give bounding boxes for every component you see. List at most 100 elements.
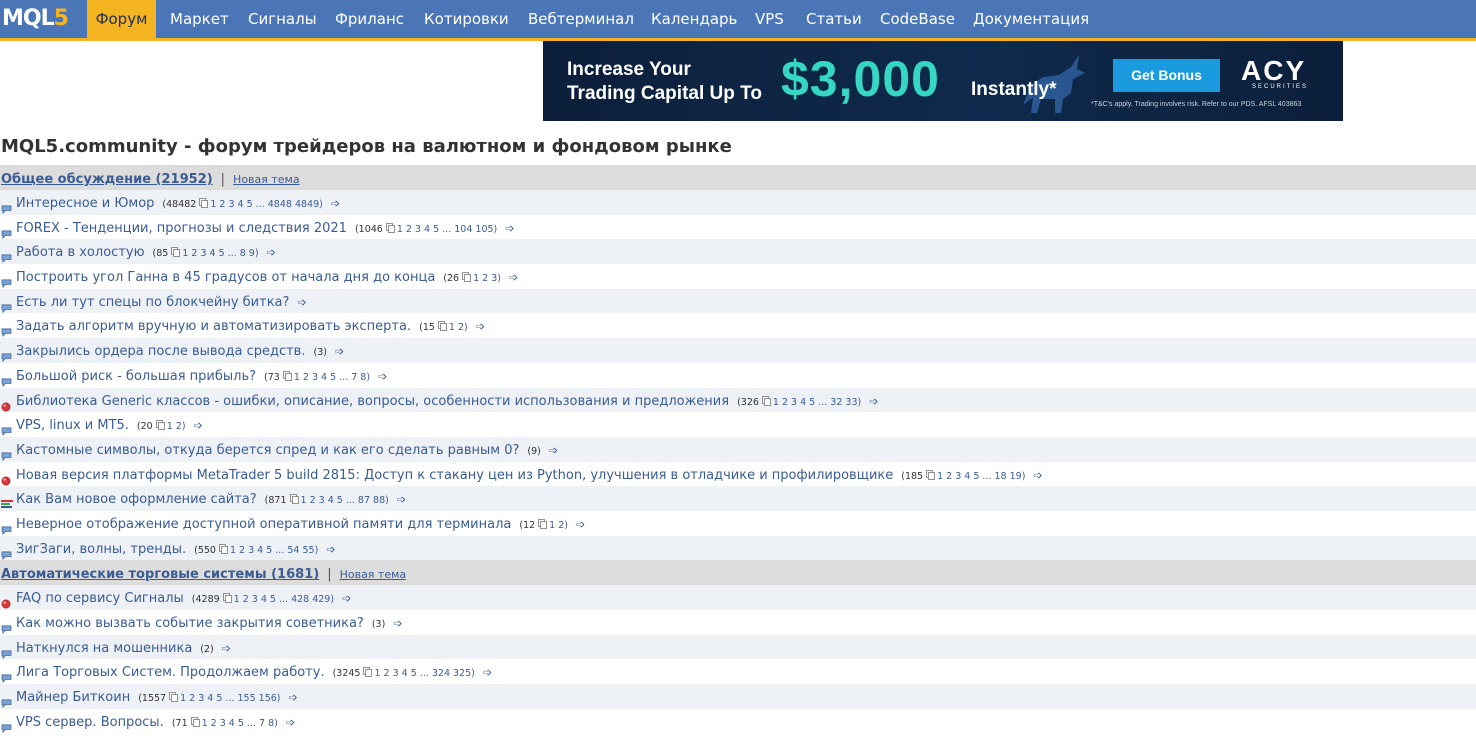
topic-link[interactable]: Интересное и Юмор — [16, 196, 154, 211]
topic-link[interactable]: Библиотека Generic классов - ошибки, опи… — [16, 394, 729, 409]
topic-row: Майнер Биткоин (1557 1 2 3 4 5 ... 155 156… — [0, 684, 1476, 709]
nav-item-10[interactable]: Документация — [963, 0, 1099, 38]
nav-item-5[interactable]: Вебтерминал — [518, 0, 644, 38]
topic-link[interactable]: Как Вам новое оформление сайта? — [16, 492, 257, 507]
page-links[interactable]: 1 2 3 4 5 ... 428 429) — [234, 594, 334, 605]
topic-row: VPS, linux и МТ5. (20 1 2) ➩ — [0, 412, 1476, 437]
topic-row: FOREX - Тенденции, прогнозы и следствия … — [0, 214, 1476, 240]
go-to-last-post-icon[interactable]: ➩ — [483, 666, 492, 679]
go-to-last-post-icon[interactable]: ➩ — [342, 592, 351, 605]
topic-link[interactable]: Кастомные символы, откуда берется спред … — [16, 443, 519, 458]
forum-topic-list: Общее обсуждение (21952) | Новая тема Интер… — [0, 165, 1476, 734]
go-to-last-post-icon[interactable]: ➩ — [289, 691, 298, 704]
banner-line-1: Increase Your — [567, 59, 691, 80]
pages-icon — [538, 512, 548, 529]
topic-link[interactable]: Новая версия платформы MetaTrader 5 buil… — [16, 468, 893, 483]
go-to-last-post-icon[interactable]: ➩ — [576, 518, 585, 531]
speech-bubble-icon — [1, 419, 12, 437]
nav-item-3[interactable]: Фриланс — [325, 0, 414, 38]
topic-link[interactable]: VPS, linux и МТ5. — [16, 418, 129, 433]
nav-item-8[interactable]: Статьи — [796, 0, 872, 38]
new-topic-link[interactable]: Новая тема — [233, 173, 300, 186]
topic-link[interactable]: Есть ли тут спецы по блокчейну битка? — [16, 295, 289, 310]
page-links[interactable]: 1 2 3 4 5 ... 4848 4849) — [210, 199, 322, 210]
page-links[interactable]: 1 2 3 4 5 ... 7 8) — [294, 372, 370, 383]
topic-row: Новая версия платформы MetaTrader 5 buil… — [0, 461, 1476, 487]
page-links[interactable]: 1 2 3 4 5 ... 155 156) — [180, 693, 280, 704]
advertisement-banner[interactable]: Increase Your Trading Capital Up To $3,0… — [543, 41, 1343, 121]
section-title-link[interactable]: Автоматические торговые системы (1681) — [1, 567, 319, 582]
pages-icon — [171, 240, 181, 258]
topic-link[interactable]: Большой риск - большая прибыль? — [16, 369, 256, 384]
page-links[interactable]: 1 2 3 4 5 ... 18 19) — [937, 471, 1025, 482]
go-to-last-post-icon[interactable]: ➩ — [335, 345, 344, 358]
pinned-dot-icon — [1, 395, 12, 411]
nav-item-9[interactable]: CodeBase — [870, 0, 965, 38]
go-to-last-post-icon[interactable]: ➩ — [326, 543, 335, 556]
go-to-last-post-icon[interactable]: ➩ — [286, 716, 295, 729]
topic-link[interactable]: ЗигЗаги, волны, тренды. — [16, 542, 186, 557]
topic-link[interactable]: Лига Торговых Систем. Продолжаем работу. — [16, 665, 325, 680]
go-to-last-post-icon[interactable]: ➩ — [505, 222, 514, 235]
page-links[interactable]: 1 2) — [167, 421, 186, 432]
pinned-dot-icon — [1, 469, 12, 486]
nav-item-1[interactable]: Маркет — [160, 0, 239, 38]
page-links[interactable]: 1 2) — [549, 520, 568, 531]
mql5-logo[interactable]: MQL5 — [2, 6, 76, 32]
page-links[interactable]: 1 2 3 4 5 ... 104 105) — [397, 224, 497, 235]
reply-count: (85 — [152, 248, 169, 260]
page-links[interactable]: 1 2 3 4 5 ... 324 325) — [374, 668, 474, 679]
acy-securities-label: SECURITIES — [1251, 84, 1308, 90]
speech-bubble-icon — [1, 222, 12, 239]
nav-item-2[interactable]: Сигналы — [238, 0, 327, 38]
nav-item-7[interactable]: VPS — [745, 0, 794, 38]
speech-bubble-icon — [1, 691, 12, 709]
page-links[interactable]: 1 2 3 4 5 ... 87 88) — [301, 495, 389, 506]
go-to-last-post-icon[interactable]: ➩ — [194, 419, 203, 432]
reply-count: (1557 — [138, 693, 167, 705]
go-to-last-post-icon[interactable]: ➩ — [267, 246, 276, 259]
reply-count: (326 — [737, 396, 759, 408]
nav-item-6[interactable]: Календарь — [641, 0, 747, 38]
topic-link[interactable]: FAQ по сервису Сигналы — [16, 591, 184, 606]
get-bonus-button[interactable]: Get Bonus — [1113, 59, 1220, 92]
page-links[interactable]: 1 2 3 4 5 ... 54 55) — [230, 545, 318, 556]
topic-row: Закрылись ордера после вывода средств. (3… — [0, 338, 1476, 363]
go-to-last-post-icon[interactable]: ➩ — [331, 197, 340, 210]
nav-item-0[interactable]: Форум — [87, 0, 156, 38]
topic-link[interactable]: Работа в холостую — [16, 245, 145, 260]
new-topic-link[interactable]: Новая тема — [340, 568, 407, 581]
topic-link[interactable]: Наткнулся на мошенника — [16, 641, 192, 656]
page-links[interactable]: 1 2 3 4 5 ... 8 9) — [182, 248, 258, 259]
nav-item-4[interactable]: Котировки — [414, 0, 519, 38]
page-links[interactable]: 1 2) — [449, 322, 468, 333]
topic-link[interactable]: Построить угол Ганна в 45 градусов от на… — [16, 270, 435, 285]
pages-icon — [155, 413, 165, 431]
topic-link[interactable]: FOREX - Тенденции, прогнозы и следствия … — [16, 221, 347, 236]
topic-link[interactable]: Майнер Биткоин — [16, 690, 130, 705]
go-to-last-post-icon[interactable]: ➩ — [397, 493, 406, 506]
topic-link[interactable]: VPS сервер. Вопросы. — [16, 715, 164, 730]
go-to-last-post-icon[interactable]: ➩ — [393, 617, 402, 630]
go-to-last-post-icon[interactable]: ➩ — [869, 395, 878, 408]
page-links[interactable]: 1 2 3 4 5 ... 7 8) — [202, 718, 278, 729]
page-links[interactable]: 1 2 3) — [473, 273, 501, 284]
page-links[interactable]: 1 2 3 4 5 ... 32 33) — [773, 397, 861, 408]
topic-link[interactable]: Неверное отображение доступной оперативн… — [16, 517, 511, 532]
banner-line-2: Trading Capital Up To — [567, 83, 762, 104]
go-to-last-post-icon[interactable]: ➩ — [297, 296, 306, 309]
poll-icon — [1, 493, 13, 509]
go-to-last-post-icon[interactable]: ➩ — [549, 444, 558, 457]
topic-row: Наткнулся на мошенника (2) ➩ — [0, 634, 1476, 660]
topic-link[interactable]: Задать алгоритм вручную и автоматизирова… — [16, 319, 411, 334]
speech-bubble-icon — [1, 370, 12, 387]
go-to-last-post-icon[interactable]: ➩ — [222, 642, 231, 655]
topic-link[interactable]: Закрылись ордера после вывода средств. — [16, 344, 305, 359]
go-to-last-post-icon[interactable]: ➩ — [378, 370, 387, 383]
go-to-last-post-icon[interactable]: ➩ — [1033, 469, 1042, 482]
go-to-last-post-icon[interactable]: ➩ — [509, 271, 518, 284]
section-separator: | — [220, 172, 226, 187]
section-title-link[interactable]: Общее обсуждение (21952) — [1, 172, 213, 187]
topic-link[interactable]: Как можно вызвать событие закрытия совет… — [16, 616, 364, 631]
go-to-last-post-icon[interactable]: ➩ — [476, 320, 485, 333]
